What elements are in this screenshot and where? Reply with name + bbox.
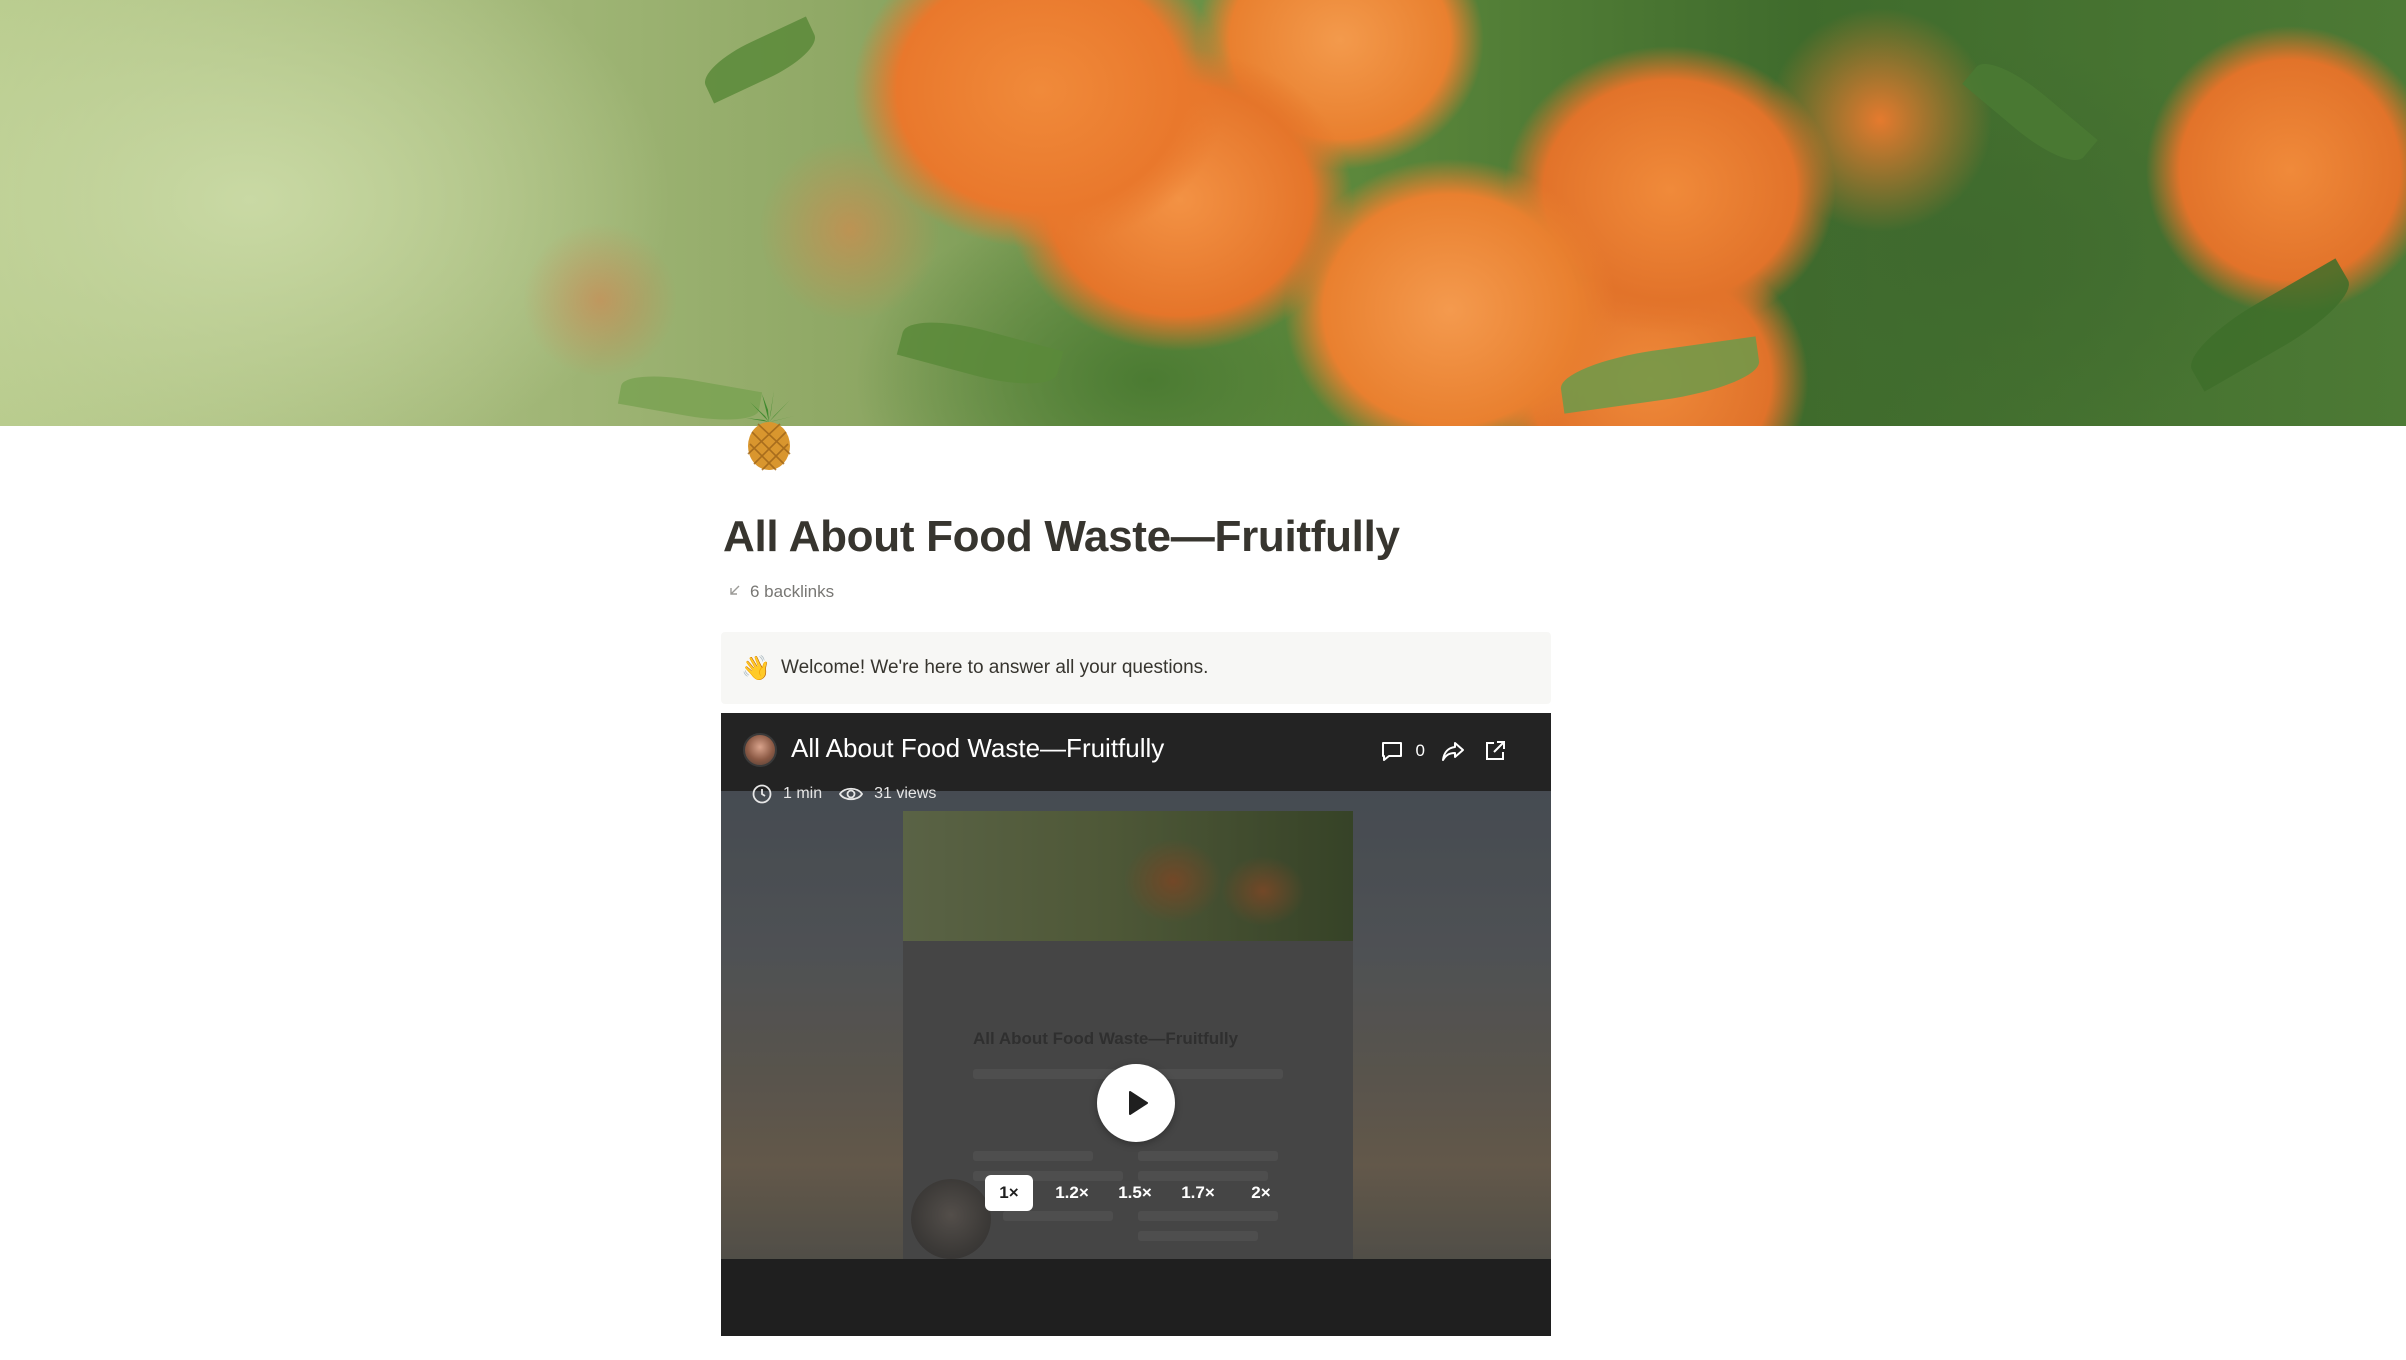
cover-image[interactable] <box>0 0 2406 426</box>
video-preview: All About Food Waste—Fruitfully 1× 1.2× … <box>721 791 1551 1259</box>
video-footer <box>721 1259 1551 1336</box>
speed-1-2x-button[interactable]: 1.2× <box>1048 1175 1096 1211</box>
waving-hand-icon: 👋 <box>741 654 771 682</box>
video-header: All About Food Waste—Fruitfully 0 <box>721 713 1551 791</box>
share-button[interactable] <box>1439 737 1467 765</box>
open-external-button[interactable] <box>1481 737 1509 765</box>
page-title[interactable]: All About Food Waste—Fruitfully <box>723 512 1400 562</box>
welcome-callout[interactable]: 👋 Welcome! We're here to answer all your… <box>721 632 1551 704</box>
cover-leaf <box>1962 50 2098 174</box>
speed-1-5x-button[interactable]: 1.5× <box>1111 1175 1159 1211</box>
cover-leaf <box>896 310 1064 396</box>
views-eye-icon <box>839 787 864 801</box>
external-link-icon <box>1486 741 1505 760</box>
comment-icon <box>1381 742 1402 761</box>
play-button[interactable] <box>1097 1064 1175 1142</box>
video-actions: 0 <box>1378 737 1509 765</box>
cover-leaf <box>1557 336 1763 414</box>
playback-speed-selector: 1× 1.2× 1.5× 1.7× 2× <box>985 1175 1285 1211</box>
backlink-arrow-icon <box>728 582 742 602</box>
speed-2x-button[interactable]: 2× <box>1237 1175 1285 1211</box>
speed-1x-button[interactable]: 1× <box>985 1175 1033 1211</box>
video-meta: 1 min 31 views <box>751 783 936 805</box>
comment-button[interactable] <box>1378 737 1406 765</box>
share-icon <box>1442 742 1464 761</box>
play-icon <box>1129 1091 1148 1115</box>
backlinks-button[interactable]: 6 backlinks <box>728 580 834 604</box>
speed-1-7x-button[interactable]: 1.7× <box>1174 1175 1222 1211</box>
cover-leaf <box>2179 258 2361 392</box>
cover-leaf <box>697 16 823 104</box>
callout-text: Welcome! We're here to answer all your q… <box>781 657 1209 678</box>
video-views: 31 views <box>874 785 937 802</box>
video-embed[interactable]: All About Food Waste—Fruitfully 1× 1.2× … <box>721 713 1551 1336</box>
pineapple-icon[interactable] <box>738 388 800 472</box>
video-title[interactable]: All About Food Waste—Fruitfully <box>791 733 1164 764</box>
comment-count: 0 <box>1415 741 1425 760</box>
clock-icon <box>752 784 772 804</box>
video-duration: 1 min <box>783 785 823 802</box>
backlinks-label: 6 backlinks <box>750 582 835 601</box>
creator-avatar[interactable] <box>743 733 777 767</box>
